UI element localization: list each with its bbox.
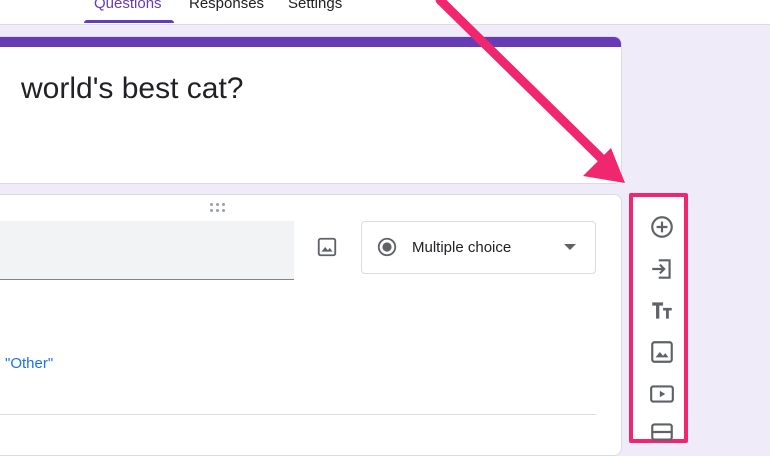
import-questions-icon[interactable] xyxy=(649,256,675,282)
form-title-card[interactable] xyxy=(0,36,622,184)
question-title-input[interactable] xyxy=(0,221,294,280)
add-question-icon[interactable] xyxy=(649,214,675,240)
add-title-icon[interactable] xyxy=(649,297,675,323)
title-card-accent xyxy=(0,37,621,47)
radio-button-icon xyxy=(377,237,397,257)
tab-bar: Questions Responses Settings xyxy=(0,0,770,25)
add-video-icon[interactable] xyxy=(649,381,675,407)
add-section-icon[interactable] xyxy=(649,419,675,445)
add-image-icon[interactable] xyxy=(649,339,675,365)
tab-questions[interactable]: Questions xyxy=(94,0,162,13)
dropdown-caret-icon xyxy=(564,244,576,250)
active-tab-indicator xyxy=(84,20,174,23)
insert-image-icon[interactable] xyxy=(316,236,338,258)
add-other-link[interactable]: "Other" xyxy=(5,355,53,372)
form-title[interactable]: world's best cat? xyxy=(21,72,244,106)
question-type-dropdown[interactable]: Multiple choice xyxy=(361,221,596,274)
floating-toolbar xyxy=(629,193,688,443)
tab-settings[interactable]: Settings xyxy=(288,0,342,13)
question-type-label: Multiple choice xyxy=(412,239,512,256)
drag-handle-icon[interactable] xyxy=(210,203,228,213)
tab-responses[interactable]: Responses xyxy=(189,0,264,13)
question-divider xyxy=(0,414,596,415)
